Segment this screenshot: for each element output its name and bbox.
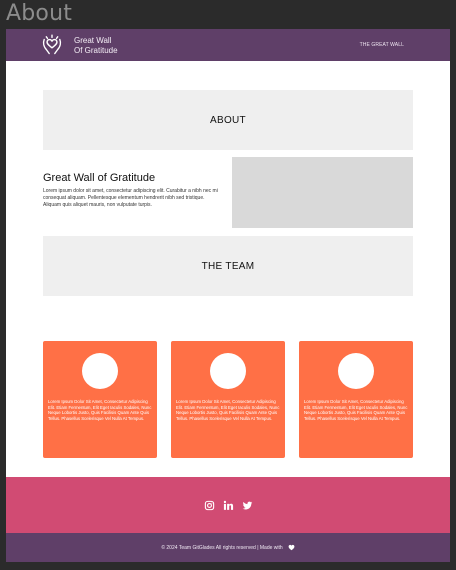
footer-copyright: © 2024 Team GitGlades All rights reserve…: [161, 544, 283, 551]
intro-title: Great Wall of Gratitude: [43, 172, 156, 184]
heart-hands-logo-icon[interactable]: [40, 33, 64, 57]
team-heading: THE TEAM: [201, 260, 255, 272]
team-member-card: Lorem Ipsum Dolor Sit Amet, Consectetur …: [171, 341, 285, 458]
team-member-bio: Lorem Ipsum Dolor Sit Amet, Consectetur …: [176, 399, 280, 421]
team-member-card: Lorem Ipsum Dolor Sit Amet, Consectetur …: [299, 341, 413, 458]
brand-line-1: Great Wall: [74, 36, 112, 45]
top-nav: Great Wall Of Gratitude THE GREAT WALL: [6, 29, 450, 61]
about-page: Great Wall Of Gratitude THE GREAT WALL A…: [6, 29, 450, 562]
team-member-bio: Lorem Ipsum Dolor Sit Amet, Consectetur …: [304, 399, 408, 421]
frame-label: About: [6, 1, 73, 26]
footer: © 2024 Team GitGlades All rights reserve…: [6, 533, 450, 562]
linkedin-icon[interactable]: [223, 498, 234, 510]
about-banner: ABOUT: [43, 90, 413, 150]
avatar: [82, 353, 118, 389]
heart-icon: [288, 544, 295, 551]
about-heading: ABOUT: [210, 114, 246, 126]
team-member-bio: Lorem Ipsum Dolor Sit Amet, Consectetur …: [48, 399, 152, 421]
instagram-icon[interactable]: [204, 498, 215, 510]
nav-link-great-wall[interactable]: THE GREAT WALL: [360, 42, 404, 48]
intro-image-placeholder: [232, 157, 413, 228]
avatar: [210, 353, 246, 389]
social-band: [6, 477, 450, 533]
team-member-card: Lorem Ipsum Dolor Sit Amet, Consectetur …: [43, 341, 157, 458]
team-banner: THE TEAM: [43, 236, 413, 296]
brand-line-2: Of Gratitude: [74, 46, 118, 55]
social-links: [6, 496, 450, 510]
brand-name[interactable]: Great Wall Of Gratitude: [74, 36, 118, 56]
avatar: [338, 353, 374, 389]
intro-text: Lorem ipsum dolor sit amet, consectetur …: [43, 188, 218, 208]
twitter-icon[interactable]: [242, 498, 253, 509]
